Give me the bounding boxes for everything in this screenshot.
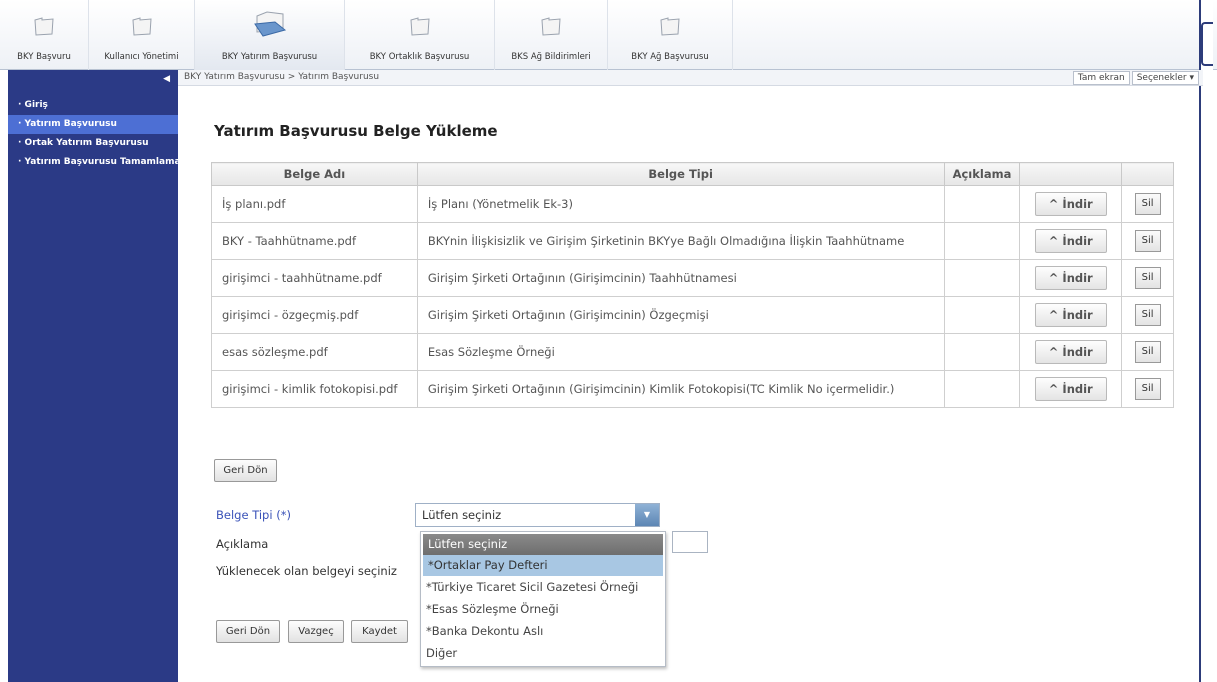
- save-button[interactable]: Kaydet: [351, 620, 408, 643]
- table-row: girişimci - taahhütname.pdf Girişim Şirk…: [211, 259, 1174, 297]
- dropdown-option-ortaklar-pay-defteri[interactable]: *Ortaklar Pay Defteri: [423, 555, 663, 576]
- toolbar-item-bky-basvuru[interactable]: BKY Başvuru: [0, 0, 89, 70]
- folder-icon: [131, 17, 152, 36]
- doc-type-dropdown: Lütfen seçiniz *Ortaklar Pay Defteri *Tü…: [420, 531, 666, 667]
- table-row: girişimci - kimlik fotokopisi.pdf Girişi…: [211, 370, 1174, 408]
- download-button[interactable]: ^ İndir: [1034, 377, 1107, 401]
- cell-belge-tipi: Esas Sözleşme Örneği: [416, 333, 945, 371]
- sidebar-item-giris[interactable]: · Giriş: [8, 96, 178, 115]
- cell-belge-adi: girişimci - kimlik fotokopisi.pdf: [211, 370, 418, 408]
- cell-belge-tipi: Girişim Şirketi Ortağının (Girişimcinin)…: [416, 296, 945, 334]
- download-button[interactable]: ^ İndir: [1034, 229, 1107, 253]
- cell-belge-adi: İş planı.pdf: [211, 185, 418, 223]
- column-header-delete: [1121, 162, 1174, 186]
- table-row: İş planı.pdf İş Planı (Yönetmelik Ek-3) …: [211, 185, 1174, 223]
- cell-aciklama: [943, 296, 1021, 334]
- sidebar-item-ortak-yatirim-basvurusu[interactable]: · Ortak Yatırım Başvurusu: [8, 134, 178, 153]
- column-header-belge-tipi[interactable]: Belge Tipi: [416, 162, 945, 186]
- doc-type-select-value: Lütfen seçiniz: [422, 508, 502, 522]
- delete-button[interactable]: Sil: [1134, 341, 1161, 363]
- toolbar-item-bky-yatirim-basvurusu[interactable]: BKY Yatırım Başvurusu: [195, 0, 345, 70]
- download-button[interactable]: ^ İndir: [1034, 192, 1107, 216]
- toolbar-item-label: BKS Ağ Bildirimleri: [511, 52, 591, 62]
- cell-belge-tipi: Girişim Şirketi Ortağının (Girişimcinin)…: [416, 370, 945, 408]
- cell-aciklama: [943, 185, 1021, 223]
- toolbar-item-label: BKY Başvuru: [17, 52, 71, 62]
- breadcrumb-bar: BKY Yatırım Başvurusu > Yatırım Başvurus…: [178, 70, 1203, 86]
- cell-aciklama: [943, 259, 1021, 297]
- chevron-down-icon[interactable]: ▼: [635, 504, 659, 526]
- table-row: esas sözleşme.pdf Esas Sözleşme Örneği ^…: [211, 333, 1174, 371]
- download-button[interactable]: ^ İndir: [1034, 266, 1107, 290]
- folder-open-icon: [253, 11, 286, 37]
- toolbar-item-label: Kullanıcı Yönetimi: [104, 52, 179, 62]
- toolbar-item-label: BKY Ağ Başvurusu: [631, 52, 709, 62]
- dropdown-option-banka-dekontu[interactable]: *Banka Dekontu Aslı: [421, 621, 665, 642]
- download-button[interactable]: ^ İndir: [1034, 303, 1107, 327]
- cell-belge-adi: esas sözleşme.pdf: [211, 333, 418, 371]
- download-button[interactable]: ^ İndir: [1034, 340, 1107, 364]
- collapse-left-icon[interactable]: ◀: [163, 74, 170, 84]
- cell-aciklama: [943, 222, 1021, 260]
- page-title: Yatırım Başvurusu Belge Yükleme: [214, 122, 498, 140]
- cell-belge-tipi: BKYnin İlişkisizlik ve Girişim Şirketini…: [416, 222, 945, 260]
- toolbar-item-bks-ag-bildirimleri[interactable]: BKS Ağ Bildirimleri: [495, 0, 608, 70]
- fullscreen-button[interactable]: Tam ekran: [1072, 71, 1130, 85]
- breadcrumb: BKY Yatırım Başvurusu > Yatırım Başvurus…: [184, 72, 380, 82]
- left-sidebar: ◀ · Giriş · Yatırım Başvurusu · Ortak Ya…: [8, 70, 178, 682]
- dropdown-option-ticaret-sicil-gazetesi[interactable]: *Türkiye Ticaret Sicil Gazetesi Örneği: [421, 577, 665, 598]
- file-select-label: Yüklenecek olan belgeyi seçiniz: [216, 564, 397, 578]
- column-header-download: [1019, 162, 1123, 186]
- options-button[interactable]: Seçenekler ▾: [1131, 71, 1199, 85]
- table-row: BKY - Taahhütname.pdf BKYnin İlişkisizli…: [211, 222, 1174, 260]
- back-button-top[interactable]: Geri Dön: [214, 459, 277, 482]
- dropdown-option-placeholder[interactable]: Lütfen seçiniz: [423, 534, 663, 555]
- right-collapse-tab[interactable]: [1201, 22, 1213, 66]
- cell-belge-tipi: İş Planı (Yönetmelik Ek-3): [416, 185, 945, 223]
- description-label: Açıklama: [216, 537, 269, 551]
- toolbar-item-kullanici-yonetimi[interactable]: Kullanıcı Yönetimi: [89, 0, 195, 70]
- toolbar-item-bky-ag-basvurusu[interactable]: BKY Ağ Başvurusu: [608, 0, 733, 70]
- doc-type-label: Belge Tipi (*): [216, 508, 291, 522]
- column-header-belge-adi[interactable]: Belge Adı: [211, 162, 418, 186]
- cancel-button[interactable]: Vazgeç: [288, 620, 344, 643]
- top-toolbar: BKY Başvuru Kullanıcı Yönetimi BKY Yatır…: [0, 0, 1217, 70]
- toolbar-item-label: BKY Ortaklık Başvurusu: [369, 52, 470, 62]
- cell-belge-adi: girişimci - özgeçmiş.pdf: [211, 296, 418, 334]
- cell-belge-tipi: Girişim Şirketi Ortağının (Girişimcinin)…: [416, 259, 945, 297]
- documents-table: Belge Adı Belge Tipi Açıklama İş planı.p…: [211, 162, 1174, 408]
- cell-aciklama: [943, 370, 1021, 408]
- sidebar-item-yatirim-basvurusu-tamamlama[interactable]: · Yatırım Başvurusu Tamamlama/: [8, 153, 178, 172]
- toolbar-item-label: BKY Yatırım Başvurusu: [221, 52, 318, 62]
- cell-belge-adi: BKY - Taahhütname.pdf: [211, 222, 418, 260]
- cell-belge-adi: girişimci - taahhütname.pdf: [211, 259, 418, 297]
- folder-icon: [409, 17, 430, 36]
- column-header-aciklama[interactable]: Açıklama: [943, 162, 1021, 186]
- delete-button[interactable]: Sil: [1134, 378, 1161, 400]
- sidebar-item-yatirim-basvurusu[interactable]: · Yatırım Başvurusu: [8, 115, 178, 134]
- delete-button[interactable]: Sil: [1134, 193, 1161, 215]
- folder-icon: [541, 17, 561, 36]
- doc-type-select[interactable]: Lütfen seçiniz ▼: [415, 503, 660, 527]
- description-input[interactable]: [672, 531, 708, 553]
- dropdown-option-diger[interactable]: Diğer: [421, 643, 665, 664]
- right-frame-border: [1199, 0, 1213, 682]
- back-button-bottom[interactable]: Geri Dön: [216, 620, 280, 643]
- cell-aciklama: [943, 333, 1021, 371]
- folder-icon: [660, 17, 680, 36]
- dropdown-option-esas-sozlesme[interactable]: *Esas Sözleşme Örneği: [421, 599, 665, 620]
- delete-button[interactable]: Sil: [1134, 304, 1161, 326]
- toolbar-item-bky-ortaklik-basvurusu[interactable]: BKY Ortaklık Başvurusu: [345, 0, 495, 70]
- delete-button[interactable]: Sil: [1134, 230, 1161, 252]
- folder-icon: [34, 17, 54, 36]
- table-row: girişimci - özgeçmiş.pdf Girişim Şirketi…: [211, 296, 1174, 334]
- delete-button[interactable]: Sil: [1134, 267, 1161, 289]
- table-header-row: Belge Adı Belge Tipi Açıklama: [211, 162, 1174, 186]
